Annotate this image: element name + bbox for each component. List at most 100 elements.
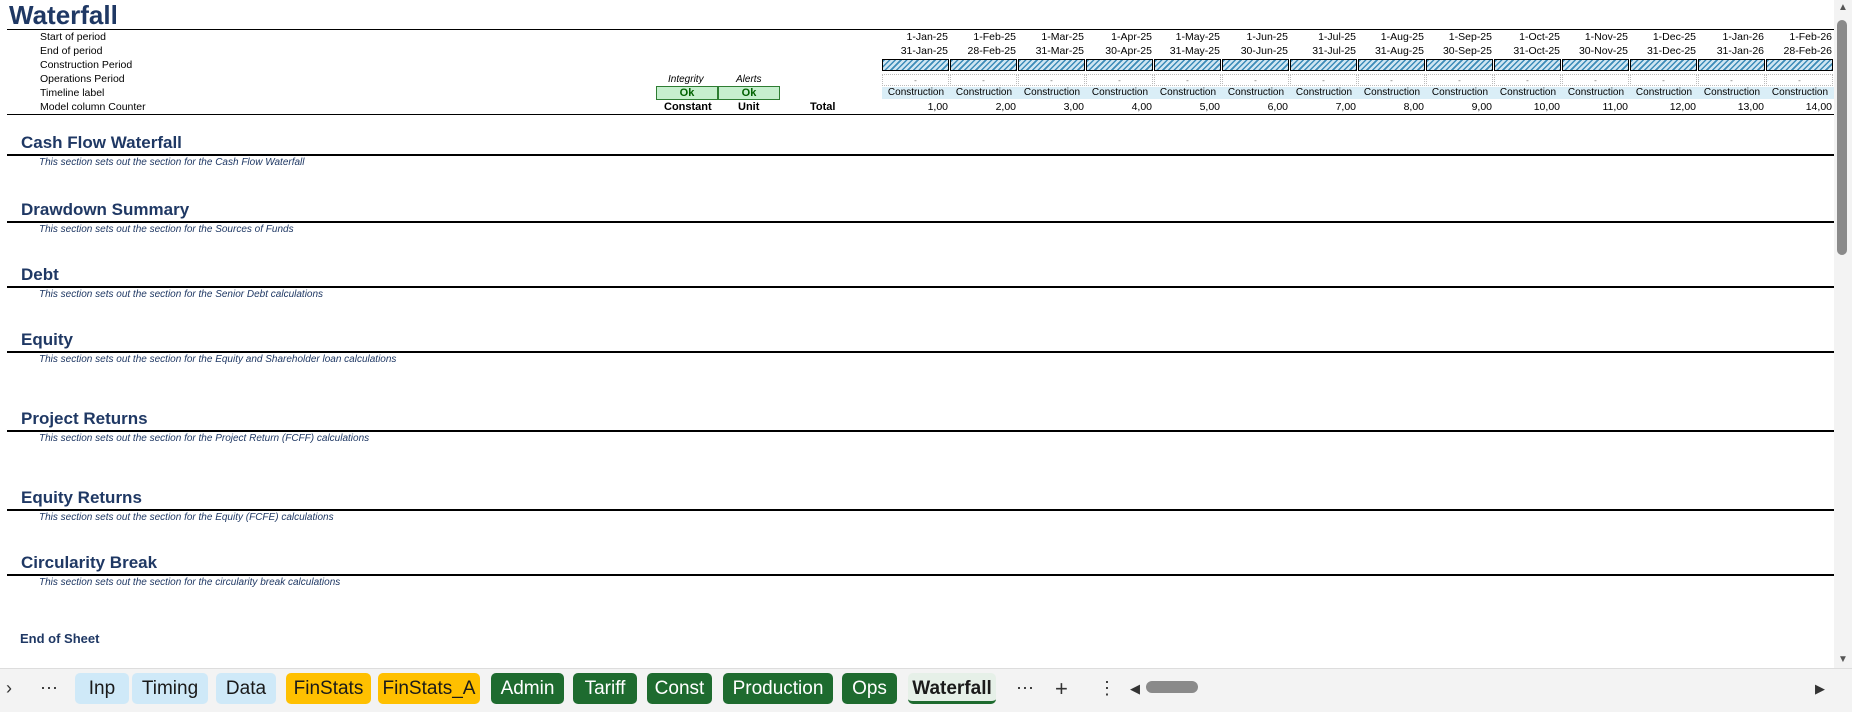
start-date-cell[interactable]: 1-Jan-26 [1698,31,1766,43]
counter-cell[interactable]: 4,00 [1086,101,1154,113]
construction-flag-cell[interactable] [1222,59,1289,71]
counter-cell[interactable]: 7,00 [1290,101,1358,113]
construction-flag-cell[interactable] [1766,59,1833,71]
timeline-label-cell[interactable]: Construction [882,87,950,99]
tab-finstats[interactable]: FinStats [286,673,371,704]
tab-waterfall[interactable]: Waterfall [908,673,996,704]
end-date-cell[interactable]: 31-May-25 [1154,45,1222,57]
integrity-check-cell[interactable]: Ok [656,86,718,100]
counter-cell[interactable]: 6,00 [1222,101,1290,113]
tab-const[interactable]: Const [647,673,712,704]
end-date-cell[interactable]: 30-Apr-25 [1086,45,1154,57]
counter-cell[interactable]: 2,00 [950,101,1018,113]
construction-flag-cell[interactable] [1426,59,1493,71]
counter-cell[interactable]: 9,00 [1426,101,1494,113]
start-date-cell[interactable]: 1-Jun-25 [1222,31,1290,43]
chevron-right-icon[interactable]: › [6,673,12,704]
end-date-cell[interactable]: 30-Jun-25 [1222,45,1290,57]
timeline-label-cell[interactable]: Construction [1358,87,1426,99]
counter-cell[interactable]: 12,00 [1630,101,1698,113]
start-date-cell[interactable]: 1-May-25 [1154,31,1222,43]
end-date-cell[interactable]: 31-Jul-25 [1290,45,1358,57]
start-date-cell[interactable]: 1-Apr-25 [1086,31,1154,43]
horizontal-scrollbar[interactable] [1140,679,1820,697]
tab-inp[interactable]: Inp [75,673,129,704]
more-tabs-right-button[interactable]: ⋯ [1016,673,1034,704]
alerts-check-cell[interactable]: Ok [718,86,780,100]
end-date-cell[interactable]: 30-Sep-25 [1426,45,1494,57]
timeline-label-cell[interactable]: Construction [1494,87,1562,99]
tab-finstats-a[interactable]: FinStats_A [378,673,480,704]
more-tabs-left-button[interactable]: ⋯ [40,673,58,704]
start-date-cell[interactable]: 1-Nov-25 [1562,31,1630,43]
counter-cell[interactable]: 8,00 [1358,101,1426,113]
operations-flag-cell[interactable]: - [1222,74,1289,86]
sheet-options-button[interactable]: ⋮ [1098,673,1116,704]
start-date-cell[interactable]: 1-Mar-25 [1018,31,1086,43]
timeline-label-cell[interactable]: Construction [1766,87,1834,99]
operations-flag-cell[interactable]: - [1494,74,1561,86]
scroll-up-arrow[interactable]: ▲ [1838,2,1848,13]
tab-timing[interactable]: Timing [132,673,208,704]
counter-cell[interactable]: 1,00 [882,101,950,113]
operations-flag-cell[interactable]: - [950,74,1017,86]
construction-flag-cell[interactable] [950,59,1017,71]
start-date-cell[interactable]: 1-Sep-25 [1426,31,1494,43]
timeline-label-cell[interactable]: Construction [1018,87,1086,99]
end-date-cell[interactable]: 28-Feb-26 [1766,45,1834,57]
timeline-label-cell[interactable]: Construction [1290,87,1358,99]
timeline-label-cell[interactable]: Construction [1698,87,1766,99]
end-date-cell[interactable]: 31-Jan-26 [1698,45,1766,57]
start-date-cell[interactable]: 1-Dec-25 [1630,31,1698,43]
construction-flag-cell[interactable] [882,59,949,71]
operations-flag-cell[interactable]: - [1562,74,1629,86]
start-date-cell[interactable]: 1-Aug-25 [1358,31,1426,43]
counter-cell[interactable]: 13,00 [1698,101,1766,113]
tab-admin[interactable]: Admin [491,673,564,704]
tab-production[interactable]: Production [723,673,833,704]
add-sheet-button[interactable]: + [1055,673,1068,704]
vertical-scroll-thumb[interactable] [1837,20,1847,255]
horizontal-scroll-thumb[interactable] [1146,681,1198,693]
counter-cell[interactable]: 5,00 [1154,101,1222,113]
construction-flag-cell[interactable] [1018,59,1085,71]
operations-flag-cell[interactable]: - [1086,74,1153,86]
counter-cell[interactable]: 10,00 [1494,101,1562,113]
construction-flag-cell[interactable] [1154,59,1221,71]
start-date-cell[interactable]: 1-Jul-25 [1290,31,1358,43]
start-date-cell[interactable]: 1-Oct-25 [1494,31,1562,43]
operations-flag-cell[interactable]: - [1426,74,1493,86]
end-date-cell[interactable]: 31-Jan-25 [882,45,950,57]
worksheet[interactable]: Waterfall Start of period End of period Co… [0,0,1834,668]
operations-flag-cell[interactable]: - [1154,74,1221,86]
operations-flag-cell[interactable]: - [1018,74,1085,86]
tab-ops[interactable]: Ops [842,673,897,704]
tab-tariff[interactable]: Tariff [573,673,637,704]
end-date-cell[interactable]: 28-Feb-25 [950,45,1018,57]
construction-flag-cell[interactable] [1698,59,1765,71]
construction-flag-cell[interactable] [1630,59,1697,71]
construction-flag-cell[interactable] [1358,59,1425,71]
operations-flag-cell[interactable]: - [1358,74,1425,86]
timeline-label-cell[interactable]: Construction [1562,87,1630,99]
tab-data[interactable]: Data [216,673,276,704]
end-date-cell[interactable]: 31-Aug-25 [1358,45,1426,57]
counter-cell[interactable]: 11,00 [1562,101,1630,113]
scroll-left-arrow[interactable]: ◀ [1130,673,1140,704]
operations-flag-cell[interactable]: - [1290,74,1357,86]
timeline-label-cell[interactable]: Construction [1154,87,1222,99]
operations-flag-cell[interactable]: - [1766,74,1833,86]
scroll-right-arrow[interactable]: ▶ [1815,673,1825,704]
construction-flag-cell[interactable] [1494,59,1561,71]
end-date-cell[interactable]: 31-Dec-25 [1630,45,1698,57]
end-date-cell[interactable]: 30-Nov-25 [1562,45,1630,57]
scroll-down-arrow[interactable]: ▼ [1838,654,1848,665]
timeline-label-cell[interactable]: Construction [1426,87,1494,99]
start-date-cell[interactable]: 1-Jan-25 [882,31,950,43]
start-date-cell[interactable]: 1-Feb-25 [950,31,1018,43]
timeline-label-cell[interactable]: Construction [1630,87,1698,99]
end-date-cell[interactable]: 31-Mar-25 [1018,45,1086,57]
operations-flag-cell[interactable]: - [1630,74,1697,86]
counter-cell[interactable]: 3,00 [1018,101,1086,113]
counter-cell[interactable]: 14,00 [1766,101,1834,113]
